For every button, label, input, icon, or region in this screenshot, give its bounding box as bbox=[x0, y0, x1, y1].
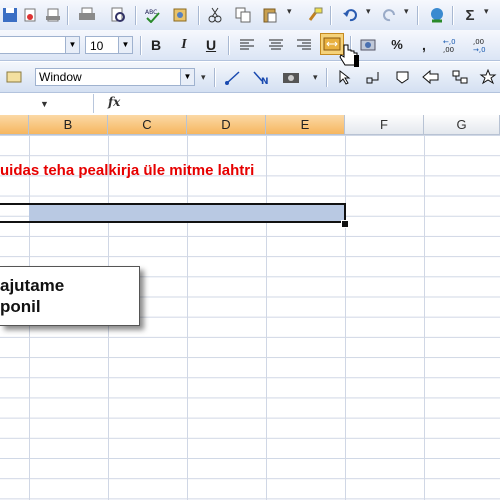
cut-icon[interactable] bbox=[205, 5, 225, 25]
trace-precedents-icon[interactable] bbox=[224, 67, 244, 87]
hyperlink-icon[interactable] bbox=[428, 5, 448, 25]
copy-icon[interactable] bbox=[233, 5, 253, 25]
toolbar-options-icon[interactable]: ▾ bbox=[201, 72, 206, 83]
toolbar-grip-icon bbox=[4, 67, 24, 87]
instruction-callout: ajutame ponil bbox=[0, 266, 140, 326]
name-box-dropdown-icon[interactable]: ▼ bbox=[40, 99, 49, 109]
autosum-icon[interactable]: Σ bbox=[460, 5, 480, 25]
autosum-dropdown-icon[interactable]: ▾ bbox=[484, 6, 489, 17]
save-icon[interactable] bbox=[0, 5, 20, 25]
flowchart-icon[interactable] bbox=[450, 67, 470, 87]
column-header-b[interactable]: B bbox=[29, 115, 108, 135]
hand-cursor-icon bbox=[338, 43, 360, 74]
window-select-value: Window bbox=[39, 70, 82, 84]
spelling-icon[interactable]: ABC bbox=[143, 5, 163, 25]
column-header-e[interactable]: E bbox=[266, 115, 345, 135]
italic-button[interactable]: I bbox=[174, 35, 194, 55]
svg-text:←,0: ←,0 bbox=[443, 38, 456, 46]
toolbar-separator bbox=[452, 6, 454, 25]
toolbar-separator bbox=[330, 6, 332, 25]
toolbar-separator bbox=[198, 6, 200, 25]
permission-icon[interactable] bbox=[20, 5, 40, 25]
decrease-decimal-icon[interactable]: ,00 →,0 bbox=[472, 35, 492, 55]
insert-function-icon[interactable]: fx bbox=[108, 95, 120, 109]
selected-range[interactable] bbox=[0, 203, 346, 223]
fill-handle[interactable] bbox=[341, 220, 349, 228]
paste-options-dropdown-icon[interactable]: ▾ bbox=[287, 6, 292, 17]
stars-banners-icon[interactable] bbox=[478, 67, 498, 87]
print-icon[interactable] bbox=[77, 5, 97, 25]
trace-dependents-icon[interactable]: N bbox=[251, 67, 271, 87]
bold-button[interactable]: B bbox=[146, 35, 166, 55]
currency-icon[interactable] bbox=[358, 35, 378, 55]
redo-icon[interactable] bbox=[380, 5, 400, 25]
print-preview-page-icon[interactable] bbox=[43, 5, 63, 25]
block-arrows-icon[interactable] bbox=[421, 67, 441, 87]
callout-line-2: ponil bbox=[0, 297, 41, 316]
column-header-f[interactable]: F bbox=[345, 115, 424, 135]
toolbar-separator bbox=[228, 36, 230, 55]
font-size-value: 10 bbox=[90, 39, 104, 53]
align-center-icon[interactable] bbox=[266, 35, 286, 55]
comma-style-button[interactable]: , bbox=[414, 35, 434, 55]
window-select-dropdown-icon[interactable]: ▼ bbox=[180, 69, 194, 85]
connector-icon[interactable] bbox=[365, 67, 385, 87]
toolbar-separator bbox=[135, 6, 137, 25]
print-preview-icon[interactable] bbox=[108, 5, 128, 25]
camera-icon[interactable] bbox=[281, 67, 301, 87]
toolbar-separator bbox=[140, 36, 142, 55]
undo-icon[interactable] bbox=[340, 5, 360, 25]
toolbar-options-icon-2[interactable]: ▾ bbox=[313, 72, 318, 83]
svg-text:ABC: ABC bbox=[145, 9, 157, 16]
window-select[interactable]: Window ▼ bbox=[35, 68, 195, 86]
format-painter-icon[interactable] bbox=[305, 5, 325, 25]
standard-toolbar: ABC ▾ ▾ ▾ Σ ▾ bbox=[0, 0, 500, 31]
font-size-select[interactable]: 10 ▼ bbox=[85, 36, 133, 54]
research-icon[interactable] bbox=[170, 5, 190, 25]
column-header-a[interactable] bbox=[0, 115, 29, 135]
percent-style-button[interactable]: % bbox=[387, 35, 407, 55]
column-header-g[interactable]: G bbox=[424, 115, 500, 135]
name-box[interactable]: ▼ bbox=[0, 94, 94, 113]
undo-dropdown-icon[interactable]: ▾ bbox=[366, 6, 371, 17]
column-header-d[interactable]: D bbox=[187, 115, 266, 135]
align-right-icon[interactable] bbox=[294, 35, 314, 55]
paste-icon[interactable] bbox=[260, 5, 280, 25]
increase-decimal-icon[interactable]: ←,0,00 bbox=[442, 35, 462, 55]
font-size-dropdown-icon[interactable]: ▼ bbox=[118, 37, 132, 53]
svg-text:→,0: →,0 bbox=[473, 46, 486, 53]
svg-text:N: N bbox=[261, 77, 269, 85]
callout-line-1: ajutame bbox=[0, 276, 65, 295]
underline-button[interactable]: U bbox=[201, 35, 221, 55]
toolbar-separator bbox=[417, 6, 419, 25]
redo-dropdown-icon[interactable]: ▾ bbox=[404, 6, 409, 17]
shapes-icon[interactable] bbox=[393, 67, 413, 87]
toolbar-separator bbox=[67, 6, 69, 25]
column-header-c[interactable]: C bbox=[108, 115, 187, 135]
toolbar-separator bbox=[214, 68, 216, 87]
formula-bar: ▼ fx bbox=[0, 93, 500, 116]
align-left-icon[interactable] bbox=[237, 35, 257, 55]
sheet-title-text: uidas teha pealkirja üle mitme lahtri bbox=[0, 162, 255, 179]
toolbar-separator bbox=[326, 68, 328, 87]
svg-text:,00: ,00 bbox=[443, 46, 454, 53]
svg-text:,00: ,00 bbox=[473, 38, 484, 46]
font-name-select[interactable]: ▼ bbox=[0, 36, 80, 54]
